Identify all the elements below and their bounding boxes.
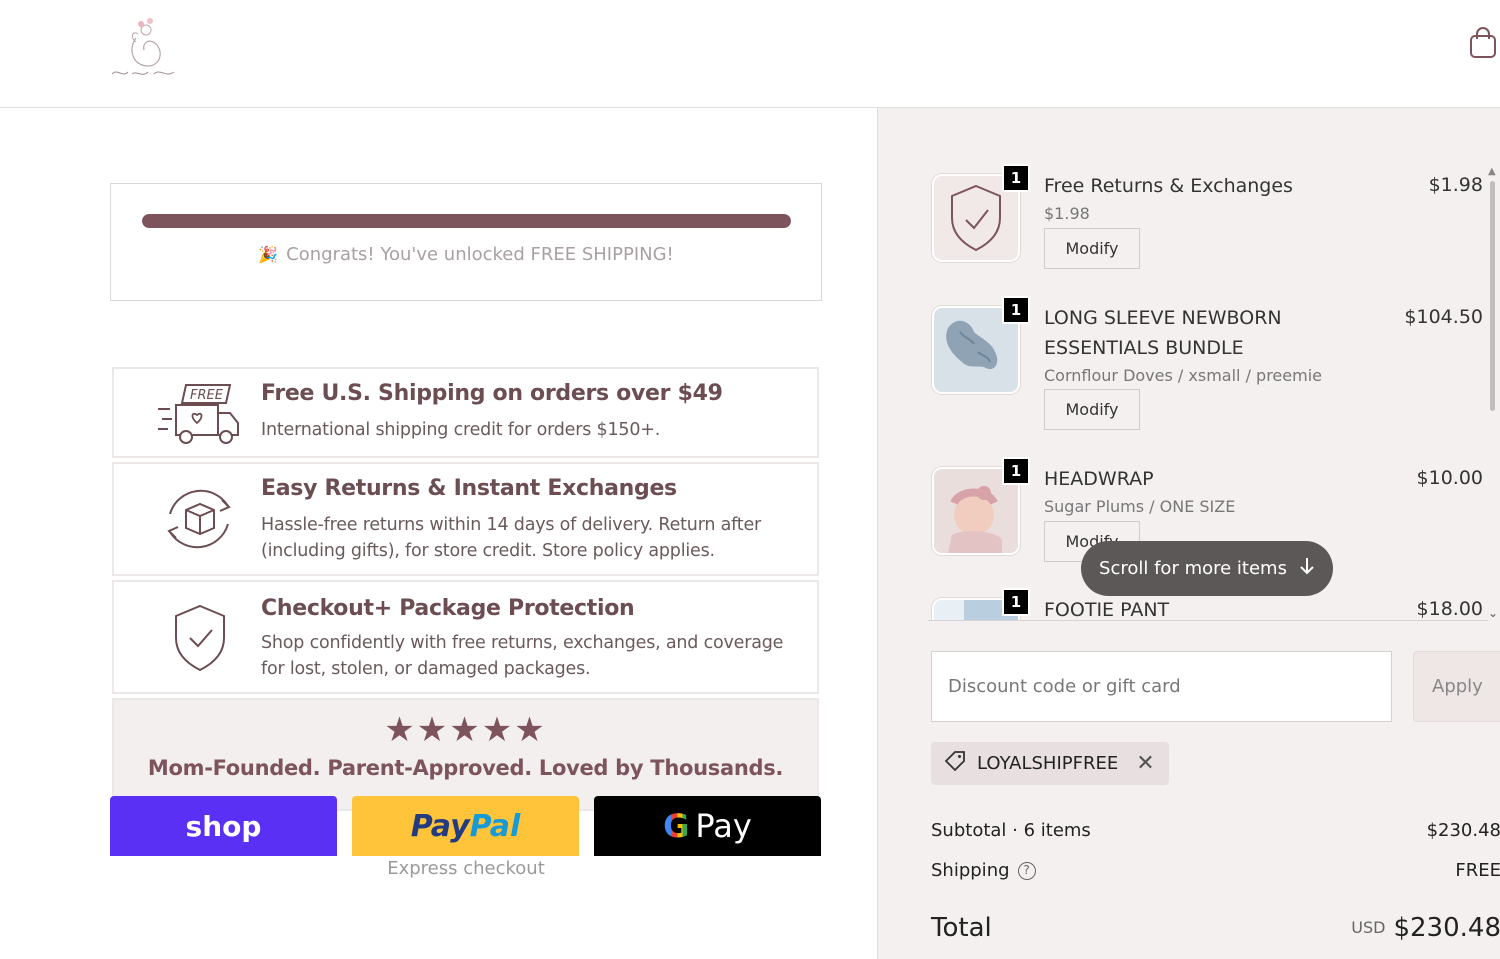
item-price: $104.50 <box>1404 306 1483 328</box>
shipping-label: Shipping <box>931 860 1010 881</box>
brand-logo[interactable] <box>108 8 186 82</box>
total-row: Total USD $230.48 <box>931 913 1500 943</box>
return-box-icon <box>156 484 246 554</box>
shipping-row: Shipping? FREE <box>931 860 1500 881</box>
shopping-bag-icon[interactable] <box>1466 26 1500 60</box>
benefit-desc: Hassle-free returns within 14 days of de… <box>261 515 762 561</box>
shop-pay-label: shop <box>185 809 262 843</box>
benefit-protection: Checkout+ Package Protection Shop confid… <box>112 580 819 694</box>
shield-check-icon <box>156 604 246 674</box>
arrow-down-icon <box>1299 557 1315 580</box>
benefit-title: Easy Returns & Instant Exchanges <box>261 476 677 501</box>
applied-discount-tag: LOYALSHIPFREE ✕ <box>931 742 1169 785</box>
quantity-badge: 1 <box>1002 457 1030 485</box>
item-variant: Cornflour Doves / xsmall / preemie <box>1044 366 1322 385</box>
scrollbar-thumb[interactable] <box>1490 181 1495 411</box>
modify-button[interactable]: Modify <box>1044 228 1140 269</box>
item-name: LONG SLEEVE NEWBORN ESSENTIALS BUNDLE <box>1044 307 1282 359</box>
google-g-icon: G <box>663 807 690 845</box>
currency-code: USD <box>1351 918 1386 937</box>
item-price: $18.00 <box>1416 598 1483 620</box>
apply-discount-button[interactable]: Apply <box>1413 651 1500 722</box>
google-pay-label: Pay <box>695 807 752 845</box>
scroll-hint-text: Scroll for more items <box>1099 558 1287 579</box>
items-scrollbar[interactable]: ▲ ⌄ <box>1488 166 1498 622</box>
rating-stars: ★★★★★ <box>384 710 547 750</box>
help-circle-icon[interactable]: ? <box>1017 862 1036 880</box>
shop-pay-button[interactable]: shop <box>110 796 337 856</box>
free-truck-icon: FREE <box>156 379 246 449</box>
scroll-for-more-button[interactable]: Scroll for more items <box>1081 541 1333 596</box>
reviews-text: Mom-Founded. Parent-Approved. Loved by T… <box>147 756 784 780</box>
order-summary: 1 Free Returns & Exchanges $1.98 $1.98 M… <box>877 108 1500 959</box>
subtotal-label: Subtotal · 6 items <box>931 820 1091 841</box>
item-name: Free Returns & Exchanges <box>1044 175 1293 197</box>
subtotal-value: $230.48 <box>1426 820 1500 841</box>
total-amount: USD $230.48 <box>1351 913 1500 943</box>
item-name: FOOTIE PANT <box>1044 599 1170 621</box>
quantity-badge: 1 <box>1002 588 1030 616</box>
benefit-title: Free U.S. Shipping on orders over $49 <box>261 381 723 406</box>
quantity-badge: 1 <box>1002 164 1030 192</box>
svg-text:FREE: FREE <box>190 388 224 403</box>
progress-bar <box>142 214 791 228</box>
express-checkout-label: Express checkout <box>387 858 545 879</box>
quantity-badge: 1 <box>1002 296 1030 324</box>
paypal-button[interactable]: Pay Pal <box>352 796 579 856</box>
google-pay-button[interactable]: G Pay <box>594 796 821 856</box>
progress-fill <box>142 214 791 228</box>
modify-button[interactable]: Modify <box>1044 389 1140 430</box>
benefits-list: FREE Free U.S. Shipping on orders over $… <box>112 367 819 811</box>
remove-code-icon[interactable]: ✕ <box>1136 751 1154 776</box>
total-value: $230.48 <box>1393 913 1500 943</box>
scroll-down-arrow-icon[interactable]: ⌄ <box>1488 606 1498 620</box>
benefit-free-shipping: FREE Free U.S. Shipping on orders over $… <box>112 367 819 458</box>
item-price: $1.98 <box>1428 174 1483 196</box>
progress-message: 🎉 Congrats! You've unlocked FREE SHIPPING… <box>111 244 821 265</box>
discount-code-input[interactable] <box>931 651 1392 722</box>
benefit-desc: International shipping credit for orders… <box>261 420 661 440</box>
benefit-returns: Easy Returns & Instant Exchanges Hassle-… <box>112 462 819 576</box>
item-variant: Sugar Plums / ONE SIZE <box>1044 497 1236 516</box>
paypal-label-b: Pal <box>469 808 521 844</box>
progress-text: Congrats! You've unlocked FREE SHIPPING! <box>286 244 674 265</box>
item-price: $10.00 <box>1416 467 1483 489</box>
shipping-value: FREE <box>1455 860 1500 881</box>
item-name: HEADWRAP <box>1044 468 1154 490</box>
benefit-title: Checkout+ Package Protection <box>261 596 635 621</box>
site-header <box>0 0 1500 108</box>
free-shipping-progress: 🎉 Congrats! You've unlocked FREE SHIPPING… <box>110 183 822 301</box>
applied-code-text: LOYALSHIPFREE <box>977 753 1119 774</box>
party-icon: 🎉 <box>258 245 279 264</box>
item-variant: $1.98 <box>1044 204 1090 223</box>
benefit-desc: Shop confidently with free returns, exch… <box>261 633 784 679</box>
scroll-up-arrow-icon[interactable]: ▲ <box>1488 166 1496 177</box>
tag-icon <box>943 749 967 778</box>
subtotal-row: Subtotal · 6 items $230.48 <box>931 820 1500 841</box>
reviews-banner: ★★★★★ Mom-Founded. Parent-Approved. Love… <box>112 698 819 811</box>
paypal-label-a: Pay <box>410 808 470 844</box>
total-label: Total <box>931 913 992 943</box>
